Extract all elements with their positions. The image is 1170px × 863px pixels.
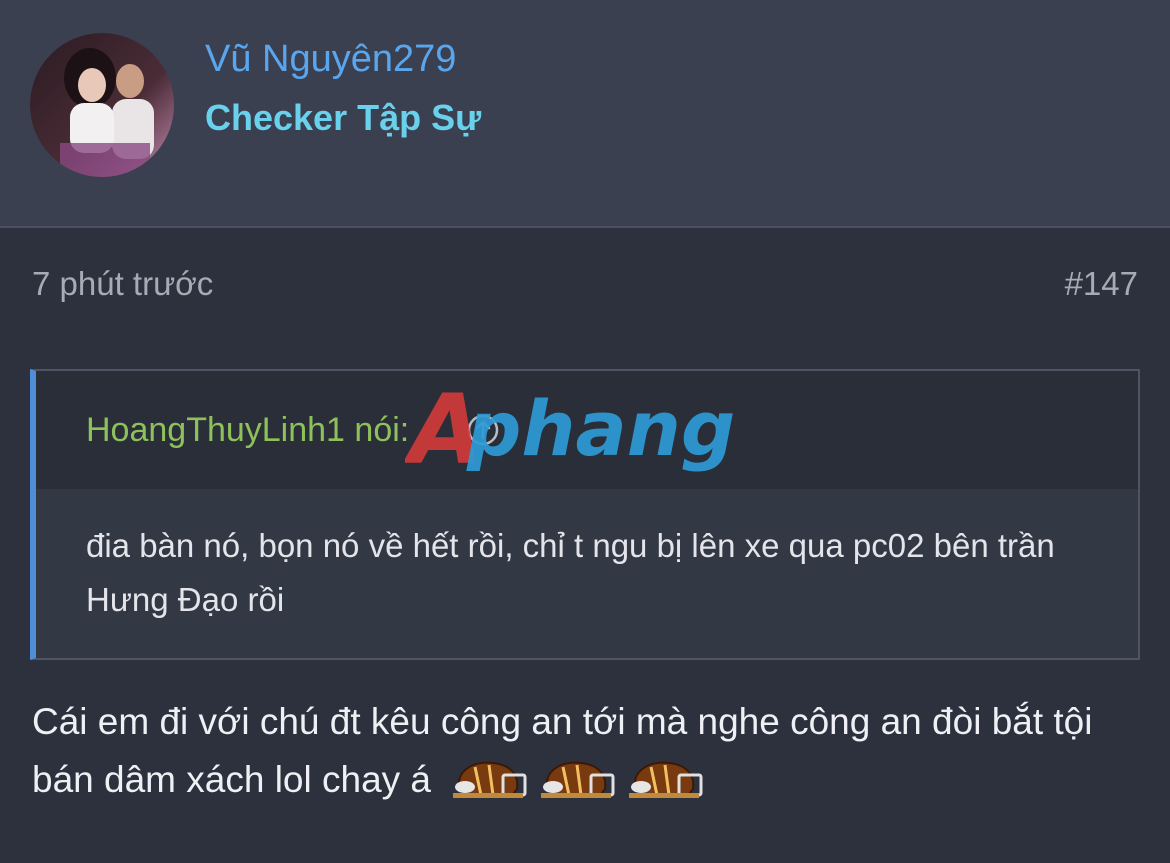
quote-text: đia bàn nó, bọn nó về hết rồi, chỉ t ngu… <box>86 527 1055 618</box>
post-message: Cái em đi với chú đt kêu công an tới mà … <box>32 693 1142 811</box>
user-header: Vũ Nguyên279 Checker Tập Sự <box>0 0 1170 228</box>
football-helmet-emoji <box>453 762 527 799</box>
aphang-watermark-logo: A phang <box>405 385 735 480</box>
avatar-image <box>30 33 174 177</box>
post-number-link[interactable]: #147 <box>1065 265 1138 303</box>
football-helmet-emoji <box>629 762 703 799</box>
svg-text:phang: phang <box>466 385 735 473</box>
user-rank-title: Checker Tập Sự <box>205 97 482 138</box>
emoji-group <box>445 749 709 807</box>
user-avatar[interactable] <box>30 33 174 177</box>
football-helmet-emoji <box>541 762 615 799</box>
username-link[interactable]: Vũ Nguyên279 <box>205 38 456 81</box>
post-timestamp[interactable]: 7 phút trước <box>32 265 213 303</box>
quote-author-link[interactable]: HoangThuyLinh1 nói: <box>86 411 409 450</box>
